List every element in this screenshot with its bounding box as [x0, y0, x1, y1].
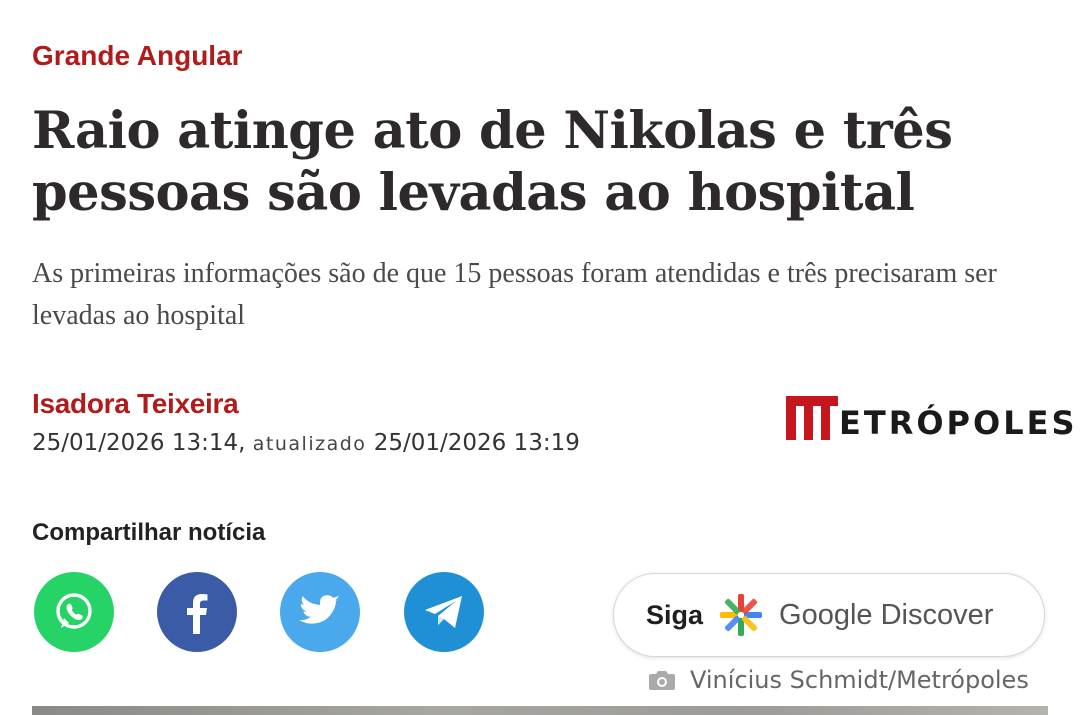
metropoles-logo[interactable]: ETRÓPOLES — [786, 396, 1077, 440]
logo-m-mark — [786, 396, 838, 440]
author-name[interactable]: Isadora Teixeira — [32, 388, 239, 420]
logo-wordmark: ETRÓPOLES — [839, 404, 1078, 442]
article-headline: Raio atinge ato de Nikolas e três pessoa… — [32, 101, 953, 223]
share-twitter-button[interactable] — [280, 572, 360, 652]
share-whatsapp-button[interactable] — [34, 572, 114, 652]
share-facebook-button[interactable] — [157, 572, 237, 652]
telegram-icon — [425, 596, 462, 628]
camera-icon — [649, 671, 675, 690]
share-telegram-button[interactable] — [404, 572, 484, 652]
whatsapp-icon — [56, 593, 92, 629]
published-date: 25/01/2026 13:14, — [32, 430, 246, 456]
photo-credit-text: Vinícius Schmidt/Metrópoles — [690, 666, 1029, 694]
photo-credit: Vinícius Schmidt/Metrópoles — [648, 666, 1029, 694]
facebook-icon — [187, 594, 208, 634]
google-discover-label: Google Discover — [779, 598, 994, 631]
google-discover-icon — [720, 594, 763, 636]
updated-date: 25/01/2026 13:19 — [373, 430, 580, 456]
article-subtitle: As primeiras informações são de que 15 p… — [32, 258, 997, 331]
twitter-icon — [299, 595, 340, 624]
updated-label: atualizado — [252, 433, 367, 455]
follow-prefix: Siga — [646, 599, 704, 630]
share-label: Compartilhar notícia — [32, 519, 266, 546]
article-photo[interactable] — [32, 706, 1048, 715]
dateline: 25/01/2026 13:14, atualizado 25/01/2026 … — [32, 430, 580, 456]
article-category[interactable]: Grande Angular — [32, 40, 243, 72]
follow-google-discover-button[interactable]: Siga Google Discover — [613, 573, 1045, 657]
